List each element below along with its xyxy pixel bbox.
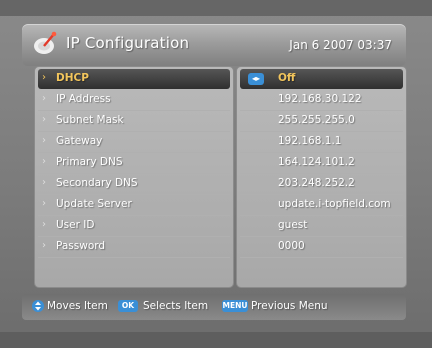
chevron-right-icon: › <box>42 93 46 104</box>
value-password[interactable]: 0000 <box>240 237 403 258</box>
setting-value: 255.255.255.0 <box>278 114 355 126</box>
setting-label: Subnet Mask <box>56 114 124 126</box>
datetime: Jan 6 2007 03:37 <box>289 38 392 52</box>
setting-label: IP Address <box>56 93 111 105</box>
setting-row-ip-address[interactable]: › IP Address <box>38 90 230 111</box>
select-hint: Selects Item <box>143 300 209 312</box>
setting-value: Off <box>278 72 296 84</box>
setting-label: Gateway <box>56 135 103 147</box>
setting-value: 192.168.30.122 <box>278 93 362 105</box>
value-primary-dns[interactable]: 164.124.101.2 <box>240 153 403 174</box>
chevron-right-icon: › <box>42 240 46 251</box>
setting-row-user-id[interactable]: › User ID <box>38 216 230 237</box>
setting-label: Primary DNS <box>56 156 123 168</box>
page-title: IP Configuration <box>66 34 190 52</box>
settings-value-panel: ◂▸ Off 192.168.30.122 255.255.255.0 192.… <box>236 66 407 288</box>
setting-row-update-server[interactable]: › Update Server <box>38 195 230 216</box>
setting-label: DHCP <box>56 72 89 84</box>
menu-hint: Previous Menu <box>251 300 328 312</box>
header-bar: IP Configuration Jan 6 2007 03:37 <box>22 24 406 66</box>
setting-row-primary-dns[interactable]: › Primary DNS <box>38 153 230 174</box>
top-letterbox <box>0 0 432 16</box>
chevron-right-icon: › <box>42 135 46 146</box>
setting-value: 192.168.1.1 <box>278 135 342 147</box>
setting-value: guest <box>278 219 308 231</box>
setting-value: 0000 <box>278 240 305 252</box>
help-bar: Moves Item OK Selects Item MENU Previous… <box>22 294 406 320</box>
ok-key: OK <box>118 300 138 312</box>
value-dhcp[interactable]: ◂▸ Off <box>240 69 403 89</box>
chevron-right-icon: › <box>42 114 46 125</box>
setting-label: Secondary DNS <box>56 177 138 189</box>
setting-row-password[interactable]: › Password <box>38 237 230 258</box>
settings-label-panel: › DHCP › IP Address › Subnet Mask › Gate… <box>34 66 234 288</box>
setting-value: 164.124.101.2 <box>278 156 355 168</box>
setting-label: User ID <box>56 219 95 231</box>
move-hint: Moves Item <box>47 300 108 312</box>
chevron-right-icon: › <box>42 72 46 83</box>
value-ip-address[interactable]: 192.168.30.122 <box>240 90 403 111</box>
chevron-right-icon: › <box>42 156 46 167</box>
satellite-dish-icon <box>34 31 57 54</box>
up-down-arrows-icon <box>32 300 44 312</box>
setting-label: Update Server <box>56 198 132 210</box>
setting-row-dhcp[interactable]: › DHCP <box>38 69 230 89</box>
setting-value: update.i-topfield.com <box>278 198 391 210</box>
setting-row-secondary-dns[interactable]: › Secondary DNS <box>38 174 230 195</box>
chevron-right-icon: › <box>42 177 46 188</box>
value-gateway[interactable]: 192.168.1.1 <box>240 132 403 153</box>
setting-value: 203.248.252.2 <box>278 177 355 189</box>
value-user-id[interactable]: guest <box>240 216 403 237</box>
chevron-right-icon: › <box>42 219 46 230</box>
value-subnet-mask[interactable]: 255.255.255.0 <box>240 111 403 132</box>
setting-label: Password <box>56 240 106 252</box>
chevron-right-icon: › <box>42 198 46 209</box>
value-update-server[interactable]: update.i-topfield.com <box>240 195 403 216</box>
left-right-arrows-icon: ◂▸ <box>248 73 264 85</box>
value-secondary-dns[interactable]: 203.248.252.2 <box>240 174 403 195</box>
setting-row-gateway[interactable]: › Gateway <box>38 132 230 153</box>
bottom-letterbox <box>0 332 432 348</box>
menu-key: MENU <box>222 300 248 312</box>
setting-row-subnet-mask[interactable]: › Subnet Mask <box>38 111 230 132</box>
